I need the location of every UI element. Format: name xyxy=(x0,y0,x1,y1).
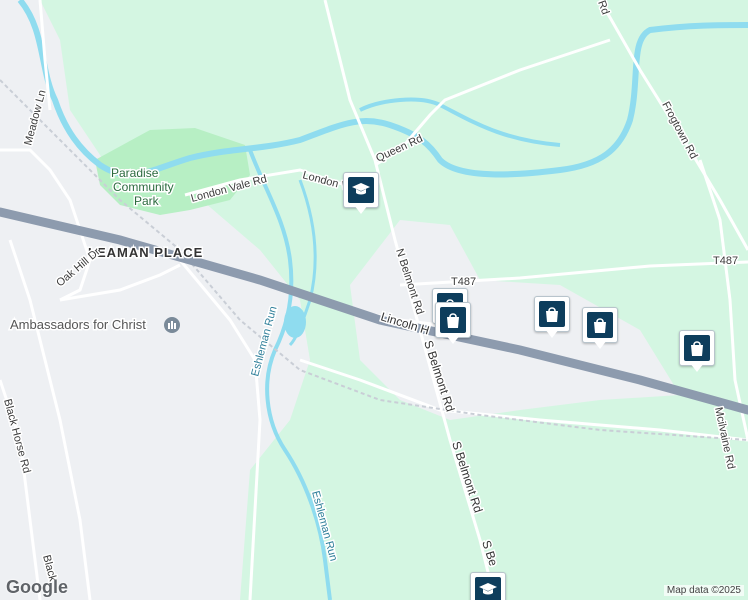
shopping-bag-icon xyxy=(684,335,710,361)
poi-church-icon[interactable] xyxy=(164,317,180,333)
shopping-marker-3[interactable] xyxy=(534,296,570,340)
shopping-bag-icon xyxy=(539,301,565,327)
shopping-marker-2[interactable] xyxy=(435,302,471,346)
poi-label: Ambassadors for Christ xyxy=(10,317,146,332)
pond xyxy=(284,306,306,338)
map-logo[interactable]: Google xyxy=(6,577,68,598)
shopping-bag-icon xyxy=(440,307,466,333)
park-label-2: Community xyxy=(113,180,174,194)
shopping-marker-5[interactable] xyxy=(679,330,715,374)
map-canvas[interactable]: LEAMAN PLACE Paradise Community Park Amb… xyxy=(0,0,748,600)
place-label: LEAMAN PLACE xyxy=(88,245,203,260)
t487-label-2: T487 xyxy=(713,255,738,267)
map-base: LEAMAN PLACE Paradise Community Park Amb… xyxy=(0,0,748,600)
park-label-1: Paradise xyxy=(111,166,159,180)
shopping-bag-icon xyxy=(587,312,613,338)
school-marker-2[interactable] xyxy=(470,572,506,600)
shopping-marker-4[interactable] xyxy=(582,307,618,351)
school-marker-1[interactable] xyxy=(343,172,379,216)
graduation-cap-icon xyxy=(475,577,501,600)
graduation-cap-icon xyxy=(348,177,374,203)
t487-label-1: T487 xyxy=(451,276,476,288)
map-attribution[interactable]: Map data ©2025 xyxy=(663,585,744,596)
park-label-3: Park xyxy=(134,194,160,208)
